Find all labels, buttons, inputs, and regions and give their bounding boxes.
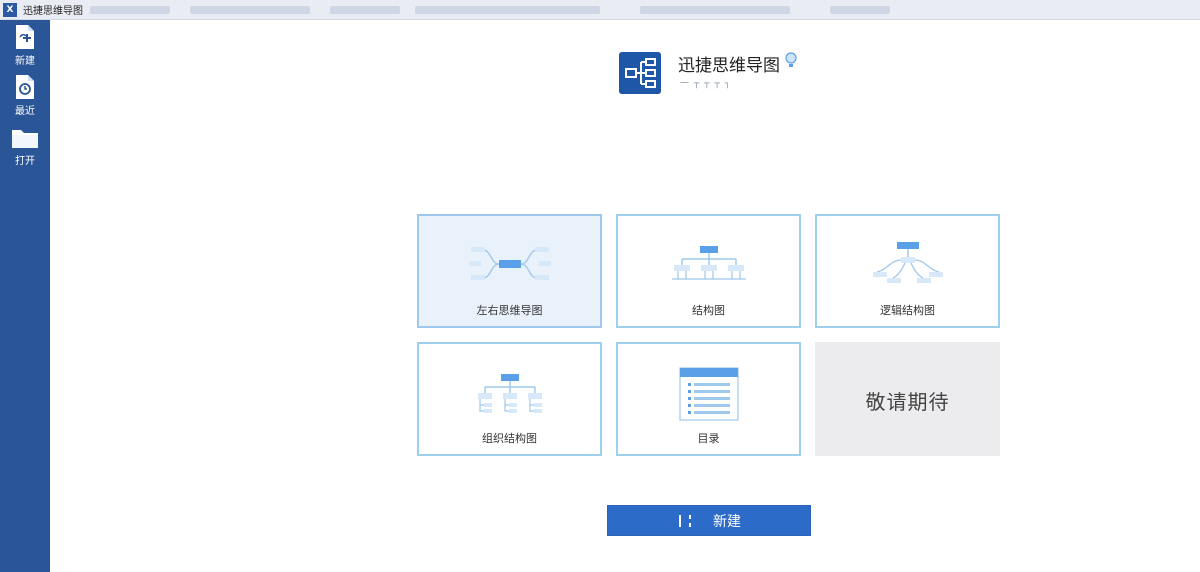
title-bar: X 迅捷思维导图 <box>0 0 1200 20</box>
sidebar-item-label: 打开 <box>15 156 35 167</box>
template-card-logic[interactable]: 逻辑结构图 <box>815 214 1000 328</box>
taskbar-blur <box>830 6 890 14</box>
sidebar-item-recent[interactable]: 最近 <box>0 74 50 117</box>
app-subtitle: 一 ┬ ┬ ┬ ┐ <box>680 79 732 89</box>
taskbar-blur <box>640 6 790 14</box>
new-doc-icon <box>679 514 691 527</box>
template-label: 组织结构图 <box>482 432 537 445</box>
app-name: 迅捷思维导图 <box>678 56 780 76</box>
taskbar-blur <box>415 6 600 14</box>
create-button[interactable]: 新建 <box>607 505 811 536</box>
lightbulb-icon <box>785 52 797 67</box>
template-card-structure[interactable]: 结构图 <box>616 214 801 328</box>
template-label: 目录 <box>697 432 720 445</box>
template-label: 左右思维导图 <box>476 304 543 317</box>
app-title-icon: X <box>3 2 17 17</box>
catalog-icon <box>678 367 739 421</box>
template-label: 结构图 <box>692 304 725 317</box>
app-logo-icon <box>619 52 661 94</box>
window-title: 迅捷思维导图 <box>23 6 83 17</box>
template-card-catalog[interactable]: 目录 <box>616 342 801 456</box>
taskbar-blur <box>90 6 170 14</box>
taskbar-blur <box>330 6 400 14</box>
mindmap-icon <box>468 247 551 280</box>
new-file-icon <box>16 25 34 49</box>
template-card-coming-soon: 敬请期待 <box>815 342 1000 456</box>
template-card-org[interactable]: 组织结构图 <box>417 342 602 456</box>
folder-icon <box>12 130 38 148</box>
recent-file-icon <box>16 75 34 99</box>
sidebar-item-label: 最近 <box>15 106 35 117</box>
create-button-label: 新建 <box>713 513 741 530</box>
template-label: 逻辑结构图 <box>880 304 935 317</box>
sidebar-item-label: 新建 <box>15 56 35 67</box>
sidebar: 新建 最近 打开 <box>0 20 50 572</box>
coming-soon-label: 敬请期待 <box>865 390 950 414</box>
logic-structure-icon <box>872 242 943 283</box>
sidebar-item-open[interactable]: 打开 <box>0 126 50 167</box>
taskbar-blur <box>190 6 310 14</box>
template-card-mindmap[interactable]: 左右思维导图 <box>417 214 602 328</box>
sidebar-item-new[interactable]: 新建 <box>0 24 50 67</box>
org-structure-icon <box>671 246 746 280</box>
org-chart-icon <box>477 374 542 413</box>
